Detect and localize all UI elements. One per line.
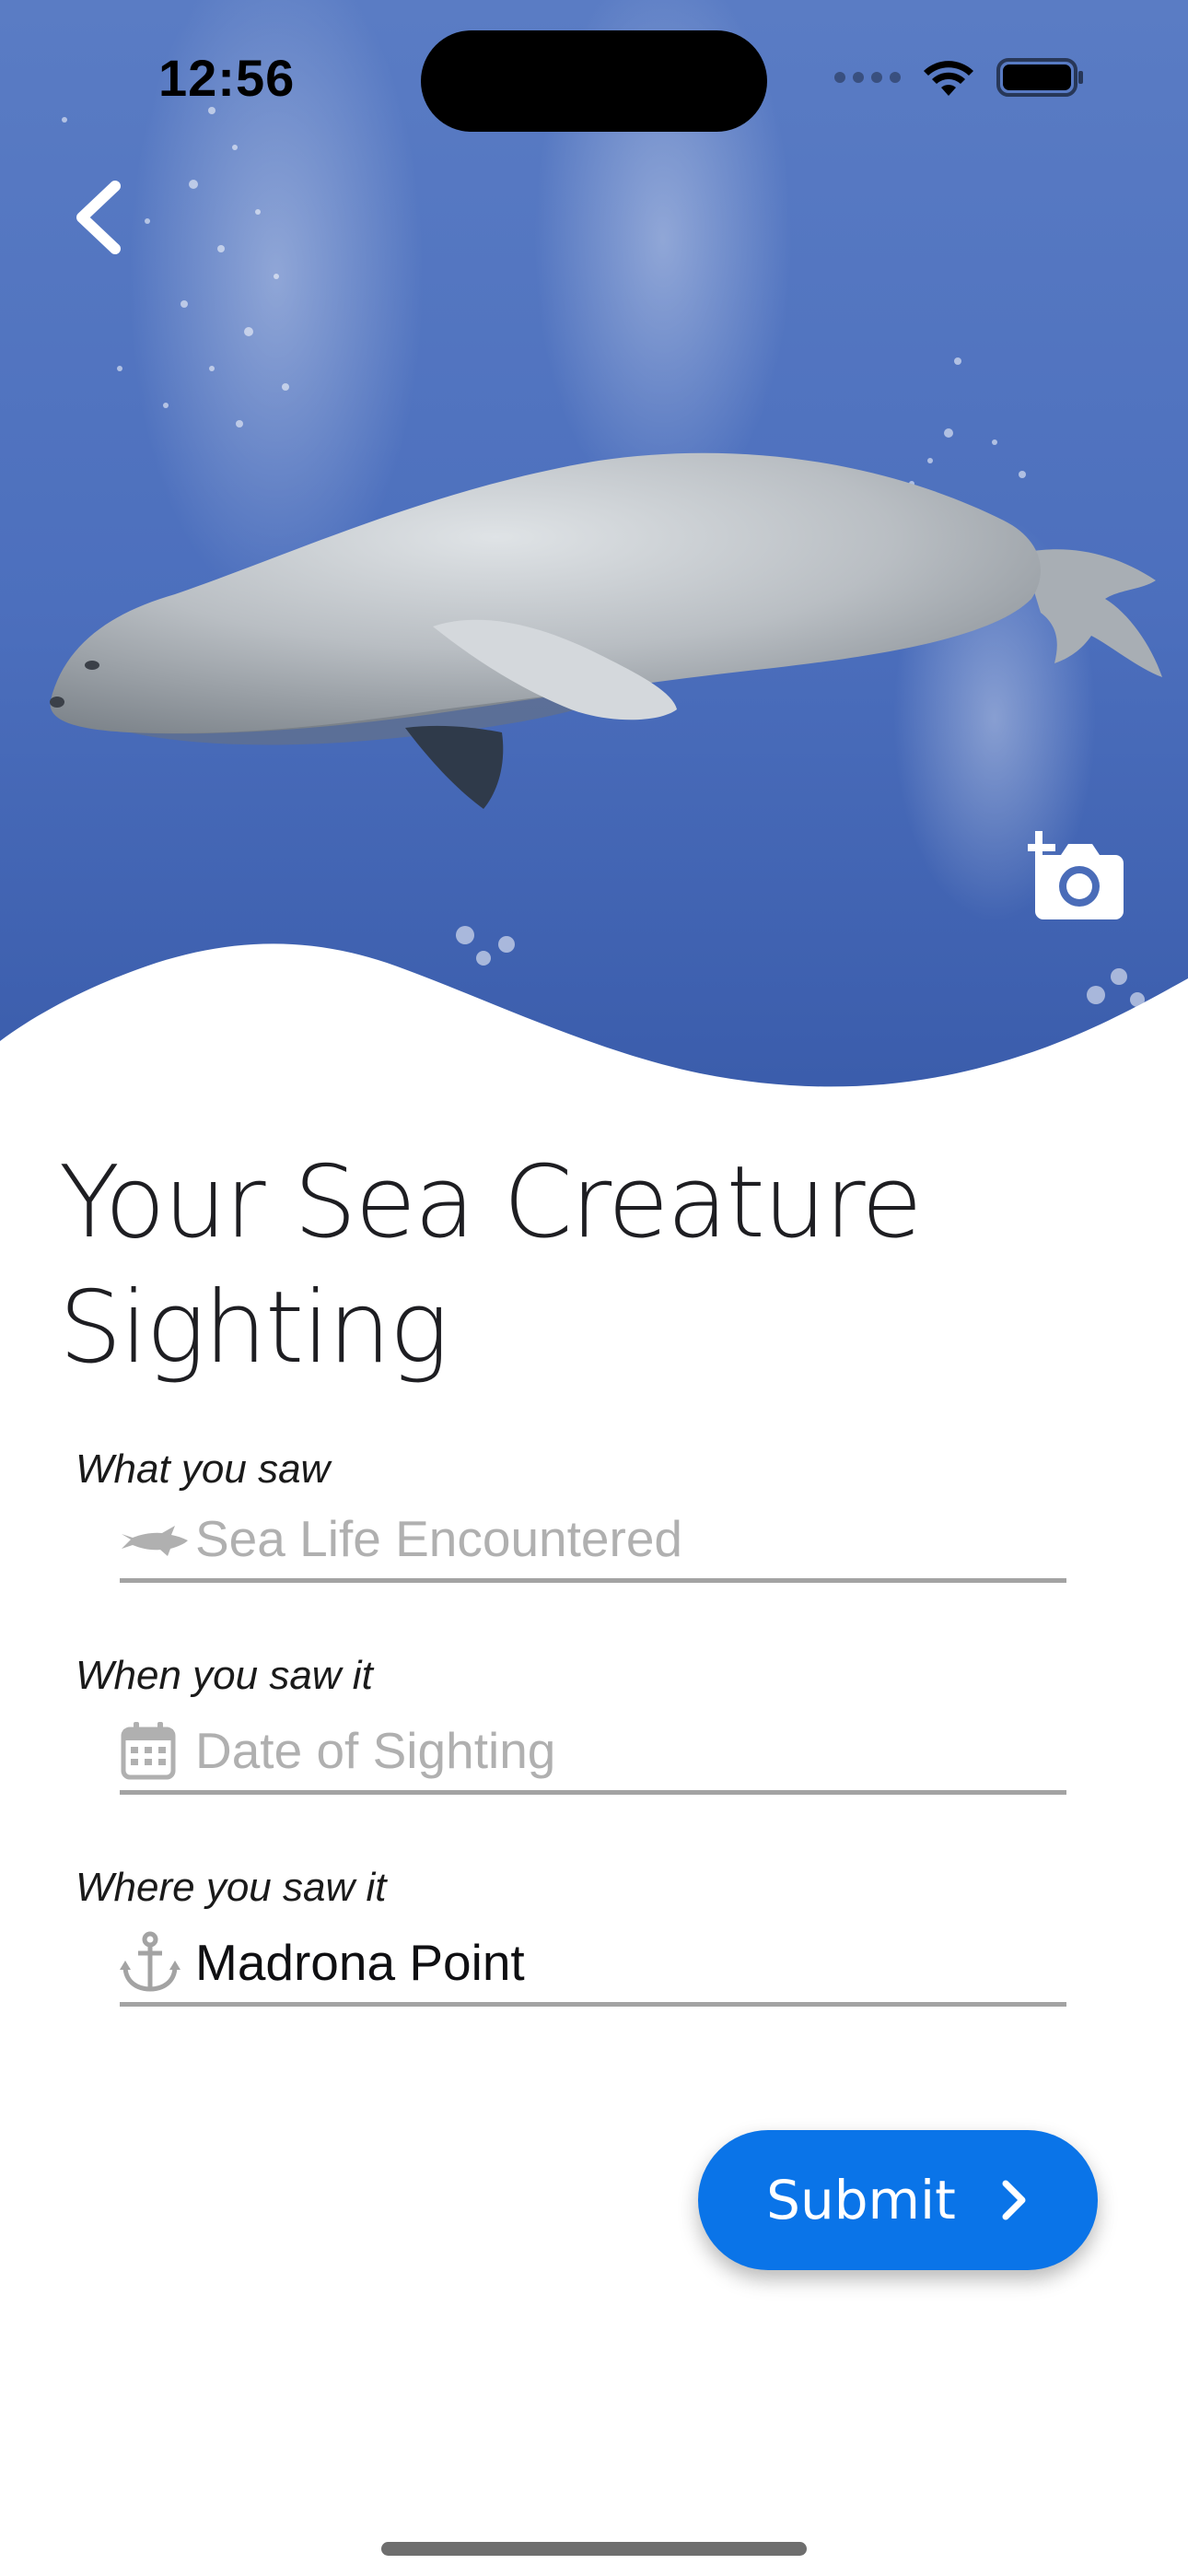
page-title: Your Sea Creature Sighting [59, 1145, 923, 1386]
date-placeholder: Date of Sighting [195, 1721, 556, 1779]
add-photo-button[interactable] [1022, 825, 1129, 927]
seal-photo-illustration [0, 0, 1188, 1087]
chevron-left-icon [76, 181, 121, 254]
submit-label: Submit [766, 2169, 956, 2231]
location-input[interactable]: Madrona Point [120, 1922, 1066, 2007]
home-indicator [381, 2542, 807, 2556]
camera-plus-icon [1022, 831, 1124, 919]
field-caption-where: Where you saw it [76, 1865, 387, 1910]
hero-photo [0, 0, 1188, 1106]
dynamic-island [421, 30, 767, 132]
shark-icon [120, 1506, 195, 1571]
location-value: Madrona Point [195, 1933, 525, 1991]
field-caption-when: When you saw it [76, 1653, 373, 1698]
status-icons [834, 57, 1085, 98]
sea-life-placeholder: Sea Life Encountered [195, 1509, 682, 1567]
sighting-form-screen: 12:56 Your Sea Creature Sighting What yo… [0, 0, 1188, 2576]
date-input[interactable]: Date of Sighting [120, 1710, 1066, 1795]
cellular-signal-icon [834, 72, 901, 83]
submit-button[interactable]: Submit [698, 2130, 1098, 2270]
status-time: 12:56 [158, 49, 296, 107]
wifi-icon [924, 61, 973, 96]
field-caption-what: What you saw [76, 1446, 331, 1492]
anchor-icon [120, 1930, 195, 1995]
chevron-right-icon [1002, 2180, 1026, 2220]
battery-icon [996, 58, 1083, 97]
sea-life-input[interactable]: Sea Life Encountered [120, 1498, 1066, 1583]
back-button[interactable] [57, 171, 140, 263]
calendar-icon [120, 1718, 195, 1783]
